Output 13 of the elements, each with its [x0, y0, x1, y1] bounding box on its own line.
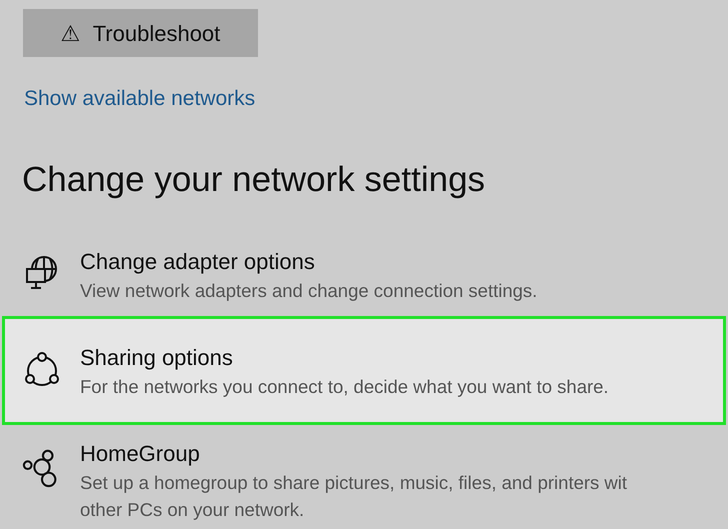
option-title: Sharing options	[80, 344, 234, 372]
settings-option[interactable]: HomeGroup Set up a homegroup to share pictures, music, files, and printers wit other PCs on your network.	[0, 437, 728, 523]
option-description: View network adapters and change connection settings.	[80, 279, 538, 303]
settings-option[interactable]: Sharing options For the networks you connect to, decide what you want to share.	[2, 316, 726, 425]
option-description: other PCs on your network.	[80, 498, 306, 522]
option-description: Set up a homegroup to share pictures, music, files, and printers wit	[80, 471, 628, 495]
option-title: HomeGroup	[80, 440, 201, 468]
settings-option[interactable]: Change adapter options View network adapters and change connection settings.	[0, 245, 728, 304]
show-networks-link[interactable]: Show available networks	[24, 87, 256, 110]
option-title: Change adapter options	[80, 248, 316, 276]
option-description: For the networks you connect to, decide what you want to share.	[80, 375, 609, 399]
section-heading: Change your network settings	[21, 159, 486, 201]
troubleshoot-button[interactable]: ⚠ Troubleshoot	[23, 9, 258, 57]
